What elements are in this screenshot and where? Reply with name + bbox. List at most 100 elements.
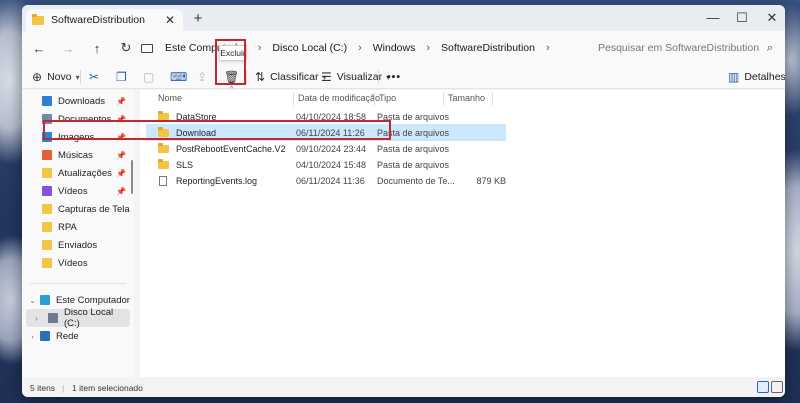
- breadcrumb[interactable]: Este Computador › Disco Local (C:) › Win…: [135, 36, 586, 60]
- address-bar-row: ← → ↑ ↻ Este Computador › Disco Local (C…: [22, 31, 785, 65]
- search-icon: ⌕: [766, 41, 773, 54]
- chevron-down-icon: ▾: [75, 72, 80, 82]
- delete-tooltip: Excluir: [219, 45, 247, 61]
- breadcrumb-softwaredistribution[interactable]: SoftwareDistribution: [439, 42, 537, 54]
- rename-button[interactable]: ⌨: [170, 68, 192, 86]
- view-button[interactable]: ☰ Visualizar ▾: [321, 68, 390, 86]
- computer-icon: [141, 43, 153, 53]
- chevron-right-icon[interactable]: ›: [258, 42, 262, 54]
- file-explorer-window: SoftwareDistribution ✕ + — ☐ ✕ ← → ↑ ↻ E…: [22, 5, 785, 397]
- sidebar-item-rpa[interactable]: RPA: [22, 218, 130, 236]
- copy-button[interactable]: ❐: [116, 68, 132, 86]
- tiles-view-icon[interactable]: [771, 381, 783, 393]
- delete-button[interactable]: 🗑: [224, 68, 244, 86]
- column-divider[interactable]: [374, 92, 375, 106]
- new-button[interactable]: ⊕ Novo ▾: [32, 68, 80, 86]
- sidebar-item-music[interactable]: Músicas 📌: [22, 146, 130, 164]
- sidebar-item-sent[interactable]: Enviados: [22, 236, 130, 254]
- table-row[interactable]: ReportingEvents.log 06/11/2024 11:36 Doc…: [146, 172, 506, 189]
- new-tab-button[interactable]: +: [190, 11, 206, 26]
- sidebar-item-videos[interactable]: Vídeos 📌: [22, 182, 130, 200]
- cut-button[interactable]: ✂: [89, 68, 104, 86]
- sidebar-item-local-disk[interactable]: › Disco Local (C:): [26, 307, 130, 329]
- more-options-button[interactable]: •••: [387, 68, 401, 86]
- chevron-right-icon[interactable]: ›: [28, 332, 37, 341]
- sidebar-item-label: Downloads: [58, 95, 105, 107]
- video-icon: [42, 186, 52, 196]
- up-arrow-icon[interactable]: ↑: [84, 41, 110, 56]
- sidebar-item-screenshots[interactable]: Capturas de Tela: [22, 200, 130, 218]
- paste-icon: ▢: [143, 70, 155, 84]
- chevron-right-icon[interactable]: ›: [358, 42, 362, 54]
- chevron-right-icon[interactable]: ›: [32, 314, 41, 323]
- sidebar-item-label: Imagens: [58, 131, 95, 143]
- details-button[interactable]: ▥ Detalhes: [728, 68, 785, 86]
- folder-icon: [158, 110, 169, 121]
- search-input[interactable]: Pesquisar em SoftwareDistribution ⌕: [592, 36, 779, 60]
- sidebar-item-updates[interactable]: Atualizações 📌: [22, 164, 130, 182]
- sidebar-item-label: Disco Local (C:): [64, 307, 114, 329]
- folder-icon: [158, 126, 169, 137]
- sidebar-item-videos-folder[interactable]: Vídeos: [22, 254, 130, 272]
- selection-count: 1 item selecionado: [72, 383, 143, 393]
- file-type: Pasta de arquivos: [377, 111, 450, 122]
- sort-button[interactable]: ⇅ Classificar ▾: [255, 68, 327, 86]
- paste-button[interactable]: ▢: [143, 68, 159, 86]
- column-header-type[interactable]: Tipo: [379, 93, 396, 103]
- table-row[interactable]: SLS 04/10/2024 15:48 Pasta de arquivos: [146, 156, 506, 173]
- folder-icon: [42, 204, 52, 214]
- download-icon: [42, 96, 52, 106]
- sidebar-item-downloads[interactable]: Downloads 📌: [22, 92, 130, 110]
- column-header-name[interactable]: Nome: [158, 93, 182, 103]
- close-tab-icon[interactable]: ✕: [163, 13, 177, 27]
- table-row[interactable]: PostRebootEventCache.V2 09/10/2024 23:44…: [146, 140, 506, 157]
- table-row[interactable]: DataStore 04/10/2024 18:58 Pasta de arqu…: [146, 108, 506, 125]
- sidebar-item-network[interactable]: › Rede: [22, 327, 130, 345]
- file-type: Pasta de arquivos: [377, 143, 450, 154]
- file-date: 06/11/2024 11:26: [296, 127, 365, 138]
- chevron-down-icon[interactable]: ⌄: [28, 296, 37, 305]
- sidebar-item-documents[interactable]: Documentos 📌: [22, 110, 130, 128]
- file-date: 06/11/2024 11:36: [296, 175, 365, 186]
- back-arrow-icon[interactable]: ←: [26, 41, 52, 56]
- scrollbar-thumb[interactable]: [131, 160, 133, 194]
- sidebar-item-label: Vídeos: [58, 257, 88, 269]
- column-divider[interactable]: [443, 92, 444, 106]
- forward-arrow-icon[interactable]: →: [55, 41, 81, 56]
- view-label: Visualizar: [336, 71, 383, 83]
- minimize-button[interactable]: —: [698, 8, 728, 28]
- close-window-button[interactable]: ✕: [757, 8, 785, 28]
- file-date: 09/10/2024 23:44: [296, 143, 367, 154]
- pin-icon: 📌: [116, 186, 126, 196]
- tab-softwaredistribution[interactable]: SoftwareDistribution ✕: [26, 9, 183, 31]
- divider: [30, 283, 126, 284]
- file-list: ^ Nome Data de modificação Tipo Tamanho …: [140, 86, 785, 377]
- column-header-size[interactable]: Tamanho: [448, 93, 485, 103]
- sidebar-item-images[interactable]: Imagens 📌: [22, 128, 130, 146]
- chevron-right-icon[interactable]: ›: [426, 42, 430, 54]
- file-name: PostRebootEventCache.V2: [176, 143, 286, 154]
- title-bar: SoftwareDistribution ✕ + — ☐ ✕: [22, 5, 785, 31]
- column-divider[interactable]: [492, 92, 493, 106]
- sidebar-scrollbar[interactable]: [130, 90, 134, 194]
- column-divider[interactable]: [293, 92, 294, 106]
- status-bar: 5 itens | 1 item selecionado: [22, 377, 785, 397]
- chevron-right-icon[interactable]: ›: [546, 42, 550, 54]
- drive-icon: [48, 313, 58, 323]
- details-view-icon[interactable]: [757, 381, 769, 393]
- breadcrumb-windows[interactable]: Windows: [371, 42, 418, 54]
- text-file-icon: [159, 175, 167, 186]
- maximize-button[interactable]: ☐: [727, 8, 757, 28]
- file-type: Documento de Te...: [377, 175, 455, 186]
- folder-icon: [42, 258, 52, 268]
- sort-label: Classificar: [270, 71, 319, 83]
- breadcrumb-local-disk[interactable]: Disco Local (C:): [270, 42, 349, 54]
- column-header-date[interactable]: Data de modificação: [298, 93, 380, 103]
- table-row-selected[interactable]: Download 06/11/2024 11:26 Pasta de arqui…: [146, 124, 506, 141]
- image-icon: [42, 132, 52, 142]
- search-placeholder: Pesquisar em SoftwareDistribution: [598, 42, 760, 54]
- share-button[interactable]: ⇪: [197, 68, 212, 86]
- file-name: ReportingEvents.log: [176, 175, 258, 186]
- divider: [80, 70, 81, 84]
- sidebar-item-label: Capturas de Tela: [58, 203, 130, 215]
